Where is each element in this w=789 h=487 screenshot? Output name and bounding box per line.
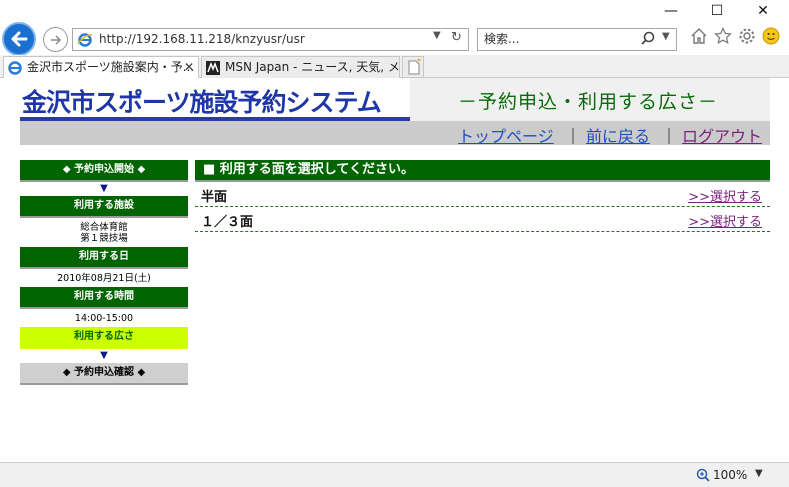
step-start: ◆ 予約申込開始 ◆ (20, 160, 188, 182)
forward-button[interactable] (43, 27, 68, 52)
site-logo: 金沢市スポーツ施設予約システム (20, 78, 410, 121)
page-subtitle: －予約申込・利用する広さ－ (458, 91, 719, 113)
new-tab-icon (408, 58, 421, 75)
logout-link[interactable]: ログアウト (682, 123, 762, 147)
back-link[interactable]: 前に戻る (586, 123, 650, 147)
toolbar-icons (688, 27, 788, 51)
step-time-value: 14:00-15:00 (74, 313, 134, 324)
forward-arrow-icon (50, 34, 61, 45)
zoom-level[interactable]: 100% (713, 468, 747, 482)
tab-msn[interactable]: MSN Japan - ニュース, 天気, メー... (201, 56, 400, 78)
web-page: 金沢市スポーツ施設予約システム －予約申込・利用する広さ－ トップページ ｜ 前… (0, 78, 789, 462)
top-page-link[interactable]: トップページ (458, 123, 554, 147)
tab-kanazawa[interactable]: 金沢市スポーツ施設案内・予... ✕ (3, 56, 199, 79)
link-separator: ｜ (565, 127, 582, 146)
facility-name: 総合体育館 (80, 222, 128, 233)
maximize-button[interactable]: ☐ (694, 0, 740, 22)
refresh-icon[interactable]: ↻ (451, 30, 462, 45)
back-arrow-icon (11, 31, 28, 47)
address-url: http://192.168.11.218/knzyusr/usr (99, 32, 305, 46)
search-dropdown-icon[interactable]: ▼ (662, 31, 670, 42)
step-size-header-current: 利用する広さ (20, 327, 188, 349)
step-arrow: ▼ (100, 350, 108, 361)
step-time-header: 利用する時間 (20, 287, 188, 309)
minimize-button[interactable]: — (648, 0, 694, 22)
site-banner: 金沢市スポーツ施設予約システム －予約申込・利用する広さ－ (20, 78, 770, 121)
search-icon[interactable] (640, 31, 656, 47)
tab-label: 金沢市スポーツ施設案内・予... (27, 60, 195, 74)
selection-header: ■ 利用する面を選択してください。 (195, 160, 770, 182)
address-dropdown-icon[interactable]: ▼ (433, 30, 441, 41)
step-date-header: 利用する日 (20, 247, 188, 269)
home-icon[interactable] (690, 27, 708, 45)
link-separator: ｜ (661, 127, 678, 146)
ie-tab-icon (8, 61, 22, 75)
select-third-link[interactable]: >>選択する (688, 211, 762, 230)
facility-room: 第１競技場 (80, 233, 128, 244)
top-link-bar: トップページ ｜ 前に戻る ｜ ログアウト (20, 121, 770, 147)
back-button[interactable] (2, 22, 36, 56)
smiley-feedback-icon[interactable] (762, 27, 780, 45)
new-tab-button[interactable] (402, 56, 424, 78)
option-row: 半面 >>選択する (195, 182, 770, 207)
ie-page-icon (77, 33, 93, 47)
search-placeholder: 検索... (484, 32, 520, 46)
option-label: １／３面 (201, 215, 254, 230)
zoom-dropdown-icon[interactable]: ▼ (755, 468, 763, 479)
step-arrow: ▼ (100, 183, 108, 194)
option-label: 半面 (201, 190, 228, 205)
navigation-bar: http://192.168.11.218/knzyusr/usr ▼ ↻ 検索… (0, 22, 789, 56)
tab-strip: 金沢市スポーツ施設案内・予... ✕ MSN Japan - ニュース, 天気,… (0, 55, 789, 79)
select-half-link[interactable]: >>選択する (688, 186, 762, 205)
gear-icon[interactable] (738, 27, 756, 45)
address-bar[interactable]: http://192.168.11.218/knzyusr/usr ▼ ↻ (72, 28, 469, 51)
msn-tab-icon (206, 61, 220, 75)
tab-close-icon[interactable]: ✕ (184, 57, 194, 77)
status-bar: 100% ▼ (0, 462, 789, 487)
step-panel: ◆ 予約申込開始 ◆ ▼ 利用する施設 総合体育館 第１競技場 利用する日 20… (20, 160, 188, 385)
step-facility-value: 総合体育館 第１競技場 (20, 218, 188, 247)
selection-panel: ■ 利用する面を選択してください。 半面 >>選択する １／３面 >>選択する (195, 160, 770, 232)
step-date-value: 2010年08月21日(土) (57, 273, 151, 284)
favorites-star-icon[interactable] (714, 27, 732, 45)
zoom-icon[interactable] (696, 468, 710, 482)
site-logo-text: 金沢市スポーツ施設予約システム (22, 88, 382, 117)
title-bar: — ☐ ✕ (0, 0, 789, 22)
browser-window: — ☐ ✕ http://192.168.11.218/knzyusr/usr … (0, 0, 789, 487)
step-facility-header: 利用する施設 (20, 196, 188, 218)
option-row: １／３面 >>選択する (195, 207, 770, 232)
search-box[interactable]: 検索... ▼ (477, 28, 677, 51)
close-window-button[interactable]: ✕ (740, 0, 786, 22)
page-subtitle-box: －予約申込・利用する広さ－ (410, 78, 770, 121)
step-confirm: ◆ 予約申込確認 ◆ (20, 363, 188, 385)
tab-label: MSN Japan - ニュース, 天気, メー... (225, 60, 400, 74)
